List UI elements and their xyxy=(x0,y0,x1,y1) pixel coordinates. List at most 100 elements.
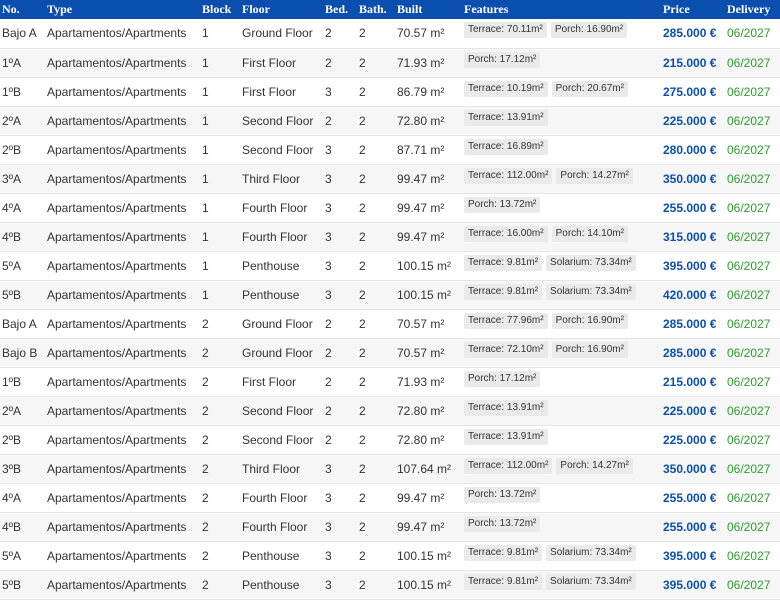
features-cell: Terrace: 112.00m² Porch: 14.27m² xyxy=(462,454,661,483)
floor-cell: Third Floor xyxy=(242,461,301,476)
table-row[interactable]: 4ºB Apartamentos/Apartments 1 Fourth Floor 3… xyxy=(0,222,780,251)
features-cell: Terrace: 16.89m² xyxy=(462,135,661,164)
unit-number-cell: 1ºB xyxy=(2,374,22,389)
header-delivery[interactable]: Delivery xyxy=(725,0,780,19)
bathrooms-cell: 2 xyxy=(359,432,366,447)
bathrooms-cell: 2 xyxy=(359,113,366,128)
feature-tag: Porch: 14.27m² xyxy=(556,167,633,184)
floor-cell: Second Floor xyxy=(242,432,314,447)
delivery-cell: 06/2027 xyxy=(727,374,771,389)
floor-cell: Ground Floor xyxy=(242,26,313,41)
delivery-cell: 06/2027 xyxy=(727,519,771,534)
type-cell: Apartamentos/Apartments xyxy=(47,171,187,186)
bathrooms-cell: 2 xyxy=(359,316,366,331)
features-cell: Terrace: 9.81m² Solarium: 73.34m² xyxy=(462,541,661,570)
unit-number-cell: 2ºA xyxy=(2,403,22,418)
header-block[interactable]: Block xyxy=(200,0,240,19)
price-cell: 225.000 € xyxy=(663,432,717,447)
bathrooms-cell: 2 xyxy=(359,577,366,592)
bathrooms-cell: 2 xyxy=(359,142,366,157)
feature-tag: Terrace: 112.00m² xyxy=(464,167,553,184)
feature-tag: Porch: 16.90m² xyxy=(551,312,628,329)
table-row[interactable]: 3ºB Apartamentos/Apartments 2 Third Floor 3 2… xyxy=(0,454,780,483)
feature-tag: Porch: 17.12m² xyxy=(464,370,541,387)
delivery-cell: 06/2027 xyxy=(727,345,771,360)
block-cell: 2 xyxy=(202,432,209,447)
block-cell: 2 xyxy=(202,345,209,360)
bathrooms-cell: 2 xyxy=(359,55,366,70)
type-cell: Apartamentos/Apartments xyxy=(47,84,187,99)
price-cell: 285.000 € xyxy=(663,316,717,331)
feature-tag: Terrace: 70.11m² xyxy=(464,22,547,38)
price-cell: 215.000 € xyxy=(663,55,717,70)
type-cell: Apartamentos/Apartments xyxy=(47,113,187,128)
type-cell: Apartamentos/Apartments xyxy=(47,432,187,447)
block-cell: 1 xyxy=(202,229,209,244)
table-row[interactable]: 1ºB Apartamentos/Apartments 2 First Floor 2 2… xyxy=(0,367,780,396)
header-bath[interactable]: Bath. xyxy=(357,0,395,19)
block-cell: 2 xyxy=(202,519,209,534)
floor-cell: Ground Floor xyxy=(242,316,313,331)
table-row[interactable]: 5ºB Apartamentos/Apartments 2 Penthouse 3 2 10… xyxy=(0,570,780,599)
features-cell: Terrace: 72.10m² Porch: 16.90m² xyxy=(462,338,661,367)
features-cell: Terrace: 9.81m² Solarium: 73.34m² xyxy=(462,280,661,309)
table-row[interactable]: 5ºA Apartamentos/Apartments 1 Penthouse 3 2 10… xyxy=(0,251,780,280)
features-cell: Terrace: 9.81m² Solarium: 73.34m² xyxy=(462,251,661,280)
table-row[interactable]: 2ºA Apartamentos/Apartments 2 Second Floor 2… xyxy=(0,396,780,425)
feature-tag: Terrace: 13.91m² xyxy=(464,428,548,445)
floor-cell: First Floor xyxy=(242,84,296,99)
built-area-cell: 100.15 m² xyxy=(397,577,452,592)
table-row[interactable]: 4ºB Apartamentos/Apartments 2 Fourth Floor 3… xyxy=(0,512,780,541)
table-row[interactable]: 3ºA Apartamentos/Apartments 1 Third Floor 3 2… xyxy=(0,164,780,193)
table-row[interactable]: 1ºA Apartamentos/Apartments 1 First Floor 2 2… xyxy=(0,48,780,77)
bathrooms-cell: 2 xyxy=(359,258,366,273)
header-built[interactable]: Built xyxy=(395,0,462,19)
feature-tag: Porch: 20.67m² xyxy=(551,80,628,97)
header-no[interactable]: No. xyxy=(0,0,45,19)
block-cell: 1 xyxy=(202,84,209,99)
feature-tag: Porch: 16.90m² xyxy=(551,341,628,358)
header-row: No. Type Block Floor Bed. Bath. Built Fe… xyxy=(0,0,780,19)
bedrooms-cell: 3 xyxy=(325,461,332,476)
price-cell: 255.000 € xyxy=(663,490,717,505)
block-cell: 1 xyxy=(202,258,209,273)
feature-tag: Terrace: 77.96m² xyxy=(464,312,548,329)
table-row[interactable]: Bajo B Apartamentos/Apartments 2 Ground Flo… xyxy=(0,338,780,367)
bedrooms-cell: 2 xyxy=(325,432,332,447)
delivery-cell: 06/2027 xyxy=(727,548,771,563)
feature-tag: Terrace: 72.10m² xyxy=(464,341,548,358)
price-cell: 350.000 € xyxy=(663,461,717,476)
block-cell: 1 xyxy=(202,113,209,128)
table-row[interactable]: 5ºA Apartamentos/Apartments 2 Penthouse 3 2 10… xyxy=(0,541,780,570)
table-row[interactable]: 4ºA Apartamentos/Apartments 2 Fourth Floor 3… xyxy=(0,483,780,512)
type-cell: Apartamentos/Apartments xyxy=(47,142,187,157)
bedrooms-cell: 2 xyxy=(325,113,332,128)
type-cell: Apartamentos/Apartments xyxy=(47,26,187,41)
table-row[interactable]: Bajo A Apartamentos/Apartments 2 Ground Flo… xyxy=(0,309,780,338)
price-cell: 315.000 € xyxy=(663,229,717,244)
type-cell: Apartamentos/Apartments xyxy=(47,519,187,534)
price-cell: 285.000 € xyxy=(663,26,717,41)
features-cell: Terrace: 70.11m² Porch: 16.90m² xyxy=(462,19,661,48)
features-cell: Terrace: 112.00m² Porch: 14.27m² xyxy=(462,164,661,193)
header-type[interactable]: Type xyxy=(45,0,200,19)
block-cell: 2 xyxy=(202,490,209,505)
table-row[interactable]: 2ºB Apartamentos/Apartments 1 Second Floor 3… xyxy=(0,135,780,164)
table-row[interactable]: 2ºB Apartamentos/Apartments 2 Second Floor 2… xyxy=(0,425,780,454)
feature-tag: Solarium: 73.34m² xyxy=(546,254,636,271)
table-body: Bajo A Apartamentos/Apartments 1 Ground Flo… xyxy=(0,19,780,599)
unit-number-cell: Bajo B xyxy=(2,345,38,360)
header-floor[interactable]: Floor xyxy=(240,0,323,19)
features-cell: Porch: 17.12m² xyxy=(462,367,661,396)
table-row[interactable]: 2ºA Apartamentos/Apartments 1 Second Floor 2… xyxy=(0,106,780,135)
table-row[interactable]: 4ºA Apartamentos/Apartments 1 Fourth Floor 3… xyxy=(0,193,780,222)
header-features[interactable]: Features xyxy=(462,0,661,19)
table-row[interactable]: 1ºB Apartamentos/Apartments 1 First Floor 3 2… xyxy=(0,77,780,106)
floor-cell: First Floor xyxy=(242,55,296,70)
table-row[interactable]: 5ºB Apartamentos/Apartments 1 Penthouse 3 2 10… xyxy=(0,280,780,309)
floor-cell: Fourth Floor xyxy=(242,490,308,505)
built-area-cell: 72.80 m² xyxy=(397,113,445,128)
header-bed[interactable]: Bed. xyxy=(323,0,357,19)
header-price[interactable]: Price xyxy=(661,0,725,19)
table-row[interactable]: Bajo A Apartamentos/Apartments 1 Ground Flo… xyxy=(0,19,780,48)
